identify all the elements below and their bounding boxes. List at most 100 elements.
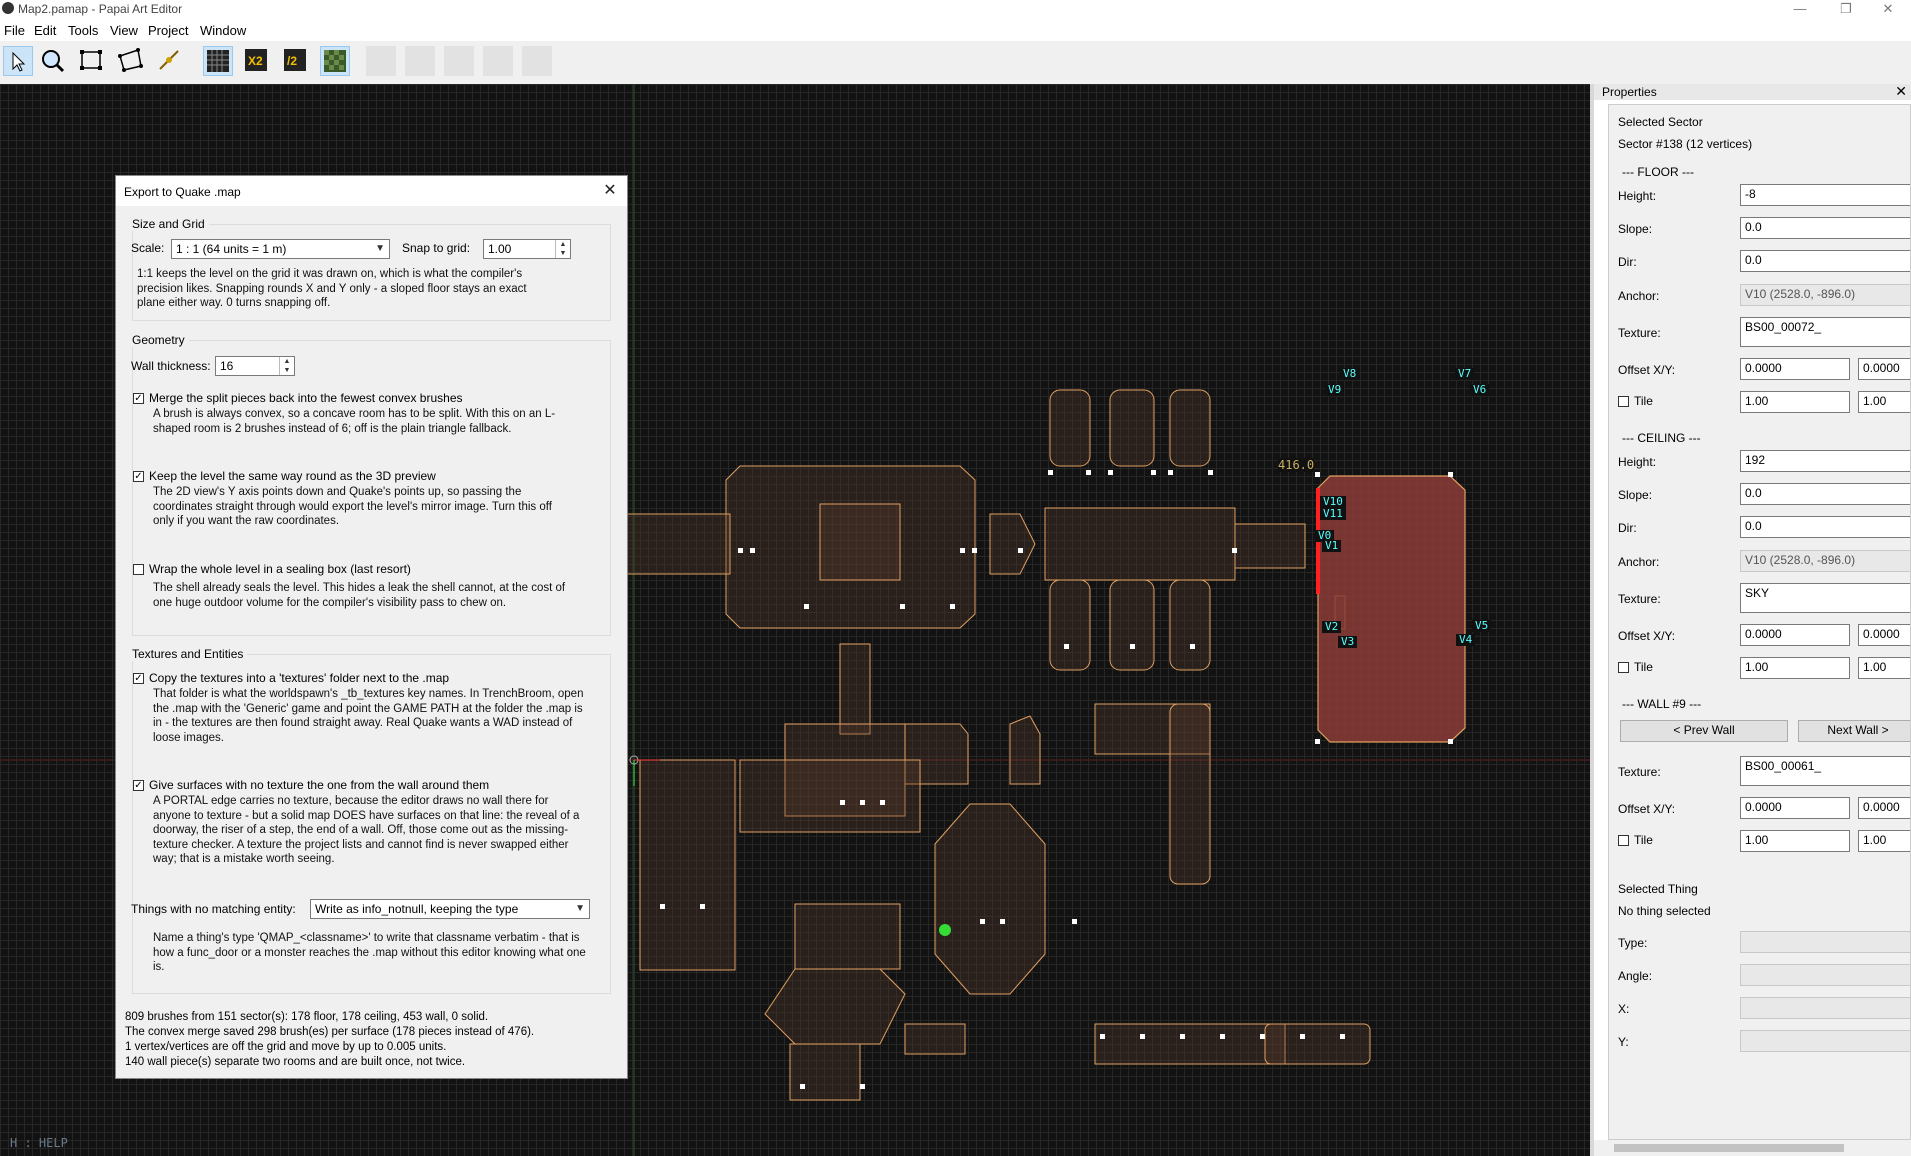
dialog-close-button[interactable]: ✕	[599, 180, 621, 202]
sector-node	[989, 513, 1036, 575]
sector-draw-tool-button[interactable]	[116, 46, 146, 76]
zoom-tool-button[interactable]	[38, 46, 68, 76]
ceiling-slope-input[interactable]: 0.0	[1740, 483, 1910, 505]
rectangle-tool-button[interactable]	[77, 46, 107, 76]
sector-pillar-3	[1169, 389, 1211, 467]
grid-double-button[interactable]: X2	[242, 46, 272, 76]
scale-value: 1 : 1 (64 units = 1 m)	[176, 242, 287, 256]
copy-textures-description: That folder is what the worldspawn's _tb…	[153, 688, 584, 744]
chevron-down-icon: ▼	[375, 243, 385, 254]
close-icon[interactable]: ✕	[1895, 83, 1907, 100]
wall-texture-label: Texture:	[1618, 765, 1661, 779]
menu-window[interactable]: Window	[200, 23, 246, 38]
wall-texture-input[interactable]: BS00_00061_	[1740, 756, 1910, 786]
floor-tile-y-input[interactable]: 1.00	[1858, 391, 1910, 413]
vertex-label: V5	[1472, 620, 1492, 632]
copy-textures-label[interactable]: Copy the textures into a 'textures' fold…	[149, 671, 449, 685]
wall-tile-checkbox[interactable]	[1618, 835, 1629, 846]
ceiling-dir-input[interactable]: 0.0	[1740, 516, 1910, 538]
menu-file[interactable]: File	[4, 23, 25, 38]
line-icon	[159, 50, 179, 70]
ceiling-height-input[interactable]: 192	[1740, 450, 1910, 472]
wall-thickness-label: Wall thickness:	[131, 359, 211, 373]
floor-dir-label: Dir:	[1618, 255, 1637, 269]
menu-view[interactable]: View	[110, 23, 138, 38]
properties-panel: Properties ✕ Selected Sector Sector #138…	[1590, 83, 1911, 1156]
prev-wall-button[interactable]: < Prev Wall	[1620, 720, 1788, 742]
next-wall-button[interactable]: Next Wall >	[1798, 720, 1910, 742]
menu-tools[interactable]: Tools	[68, 23, 98, 38]
ceiling-height-label: Height:	[1618, 455, 1657, 469]
wall-offset-y-input[interactable]: 0.0000	[1858, 797, 1910, 819]
floor-texture-input[interactable]: BS00_00072_	[1740, 317, 1910, 347]
minimize-button[interactable]: —	[1777, 0, 1823, 20]
ceiling-tile-checkbox[interactable]	[1618, 662, 1629, 673]
things-combo[interactable]: Write as info_notnull, keeping the type …	[310, 899, 590, 919]
group-title: Textures and Entities	[132, 647, 248, 661]
close-window-button[interactable]: ✕	[1865, 0, 1911, 20]
sector-east-shaft	[1169, 703, 1211, 885]
floor-offset-x-input[interactable]: 0.0000	[1740, 358, 1850, 380]
keep-orientation-description: The 2D view's Y axis points down and Qua…	[153, 486, 552, 527]
texture-preview-button[interactable]	[320, 46, 350, 76]
ceiling-tile-x-input[interactable]: 1.00	[1740, 657, 1850, 679]
merge-checkbox[interactable]: ✓	[133, 393, 144, 404]
things-label: Things with no matching entity:	[131, 902, 296, 916]
spin-arrows-icon[interactable]: ▲ ▼	[555, 240, 570, 258]
scale-combo[interactable]: 1 : 1 (64 units = 1 m) ▼	[171, 239, 390, 259]
floor-anchor-field: V10 (2528.0, -896.0)	[1740, 284, 1910, 306]
floor-slope-input[interactable]: 0.0	[1740, 217, 1910, 239]
line-tool-button[interactable]	[155, 46, 185, 76]
thing-y-label: Y:	[1618, 1035, 1629, 1049]
ceiling-texture-label: Texture:	[1618, 592, 1661, 606]
summary-line: 1 vertex/vertices are off the grid and m…	[125, 1041, 447, 1053]
merge-label[interactable]: Merge the split pieces back into the few…	[149, 391, 463, 405]
grid-toggle-button[interactable]	[203, 46, 233, 76]
wall-tile-y-input[interactable]: 1.00	[1858, 830, 1910, 852]
keep-orientation-checkbox[interactable]: ✓	[133, 471, 144, 482]
thing-type-label: Type:	[1618, 936, 1648, 950]
grid-half-icon: /2	[284, 49, 306, 71]
merge-description: A brush is always convex, so a concave r…	[153, 408, 556, 435]
wall-offset-x-input[interactable]: 0.0000	[1740, 797, 1850, 819]
ceiling-header: --- CEILING ---	[1622, 431, 1701, 445]
grid-half-button[interactable]: /2	[281, 46, 311, 76]
ceiling-anchor-field: V10 (2528.0, -896.0)	[1740, 550, 1910, 572]
keep-orientation-label[interactable]: Keep the level the same way round as the…	[149, 469, 436, 483]
menu-edit[interactable]: Edit	[34, 23, 56, 38]
floor-tile-x-input[interactable]: 1.00	[1740, 391, 1850, 413]
snap-spinbox[interactable]: 1.00 ▲ ▼	[483, 239, 571, 259]
ceiling-offset-x-input[interactable]: 0.0000	[1740, 624, 1850, 646]
wrap-label[interactable]: Wrap the whole level in a sealing box (l…	[149, 562, 411, 576]
wall-thickness-spinbox[interactable]: 16 ▲ ▼	[215, 356, 295, 376]
menu-project[interactable]: Project	[148, 23, 188, 38]
svg-text:/2: /2	[287, 54, 297, 68]
wall-tile-x-input[interactable]: 1.00	[1740, 830, 1850, 852]
restore-button[interactable]: ❐	[1823, 0, 1869, 20]
properties-hscrollbar[interactable]	[1594, 1140, 1911, 1156]
selected-sector-heading: Selected Sector	[1618, 115, 1703, 129]
floor-tile-checkbox[interactable]	[1618, 396, 1629, 407]
window-title: Map2.pamap - Papai Art Editor	[18, 2, 183, 16]
floor-dir-input[interactable]: 0.0	[1740, 250, 1910, 272]
sector-stair-2	[1009, 715, 1041, 785]
thing-info: No thing selected	[1618, 904, 1711, 918]
floor-slope-label: Slope:	[1618, 222, 1653, 236]
ceiling-texture-input[interactable]: SKY	[1740, 583, 1910, 613]
disabled-tool-2	[405, 46, 435, 76]
ceiling-slope-label: Slope:	[1618, 488, 1653, 502]
spin-arrows-icon[interactable]: ▲ ▼	[279, 357, 294, 375]
ceiling-tile-y-input[interactable]: 1.00	[1858, 657, 1910, 679]
scrollbar-thumb[interactable]	[1614, 1144, 1844, 1152]
floor-height-input[interactable]: -8	[1740, 184, 1910, 206]
ceiling-dir-label: Dir:	[1618, 521, 1637, 535]
wrap-checkbox[interactable]	[133, 564, 144, 575]
sector-corridor-mid	[1044, 507, 1236, 581]
size-grid-group: Size and Grid Scale: 1 : 1 (64 units = 1…	[131, 217, 611, 321]
copy-textures-checkbox[interactable]: ✓	[133, 673, 144, 684]
select-tool-button[interactable]	[3, 46, 33, 76]
ceiling-offset-y-input[interactable]: 0.0000	[1858, 624, 1910, 646]
give-surfaces-label[interactable]: Give surfaces with no texture the one fr…	[149, 778, 489, 792]
floor-offset-y-input[interactable]: 0.0000	[1858, 358, 1910, 380]
give-surfaces-checkbox[interactable]: ✓	[133, 780, 144, 791]
